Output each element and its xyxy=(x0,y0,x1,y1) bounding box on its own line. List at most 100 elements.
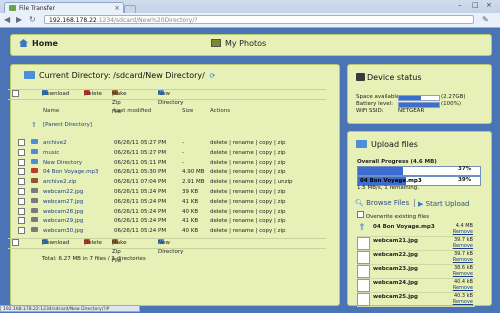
file-name-link[interactable]: archive2.zip xyxy=(43,178,76,186)
refresh-icon[interactable]: ⟳ xyxy=(209,72,215,80)
file-actions[interactable]: delete | rename | copy | unzip xyxy=(210,178,293,186)
tab-close-icon[interactable]: × xyxy=(114,4,120,12)
browse-files-button[interactable]: 🔍︎ Browse Files xyxy=(355,199,409,207)
file-actions[interactable]: delete | rename | copy | zip xyxy=(210,139,286,147)
start-upload-icon: ▶ xyxy=(418,200,424,208)
file-row[interactable]: archive2.zip 06/26/11 07:04 PM 2.91 MB dele… xyxy=(18,178,328,186)
overwrite-checkbox[interactable] xyxy=(357,211,364,218)
total-summary: Total: 6.27 MB in 7 files / 3 directorie… xyxy=(42,256,146,262)
upload-header: Upload files xyxy=(356,140,418,149)
file-size: 41 KB xyxy=(182,218,199,225)
new-directory-label: New Directory xyxy=(158,91,184,106)
file-row[interactable]: webcam22.jpg 06/26/11 05:24 PM 39 KB delete… xyxy=(18,188,328,196)
maximize-icon[interactable]: □ xyxy=(472,1,479,9)
row-checkbox[interactable] xyxy=(18,168,25,176)
file-thumbnail-icon xyxy=(357,251,370,264)
select-all-checkbox[interactable] xyxy=(12,90,19,97)
file-actions[interactable]: delete | rename | copy | zip xyxy=(210,208,286,216)
toolbar-bottom: Download | Delete | Make Zip File | New … xyxy=(8,238,326,264)
column-header-size[interactable]: Size xyxy=(182,108,193,114)
delete-button-bottom[interactable]: Delete | xyxy=(84,239,102,248)
file-row[interactable]: New Directory 06/26/11 05:11 PM - delete | … xyxy=(18,158,328,167)
row-checkbox[interactable] xyxy=(18,139,25,146)
column-header-name[interactable]: Name xyxy=(43,108,59,114)
file-name-link[interactable]: webcam22.jpg xyxy=(43,188,83,196)
reload-icon[interactable]: ↻ xyxy=(29,15,36,24)
file-actions[interactable]: delete | rename | copy | zip xyxy=(210,168,286,176)
row-checkbox[interactable] xyxy=(18,207,25,215)
address-bar[interactable]: 192.168.178.22:1234/sdcard/New%20Directo… xyxy=(44,15,474,24)
file-row[interactable]: webcam29.jpg 06/26/11 05:24 PM 41 KB delete… xyxy=(18,217,328,225)
file-actions[interactable]: delete | rename | copy | zip xyxy=(210,217,286,225)
photos-label: My Photos xyxy=(225,39,267,48)
file-modified: 06/26/11 05:27 PM xyxy=(114,149,167,156)
file-name-link[interactable]: webcam29.jpg xyxy=(43,217,83,225)
queue-remove-link[interactable]: Remove xyxy=(453,257,473,263)
row-checkbox[interactable] xyxy=(18,178,25,186)
file-row[interactable]: webcam28.jpg 06/26/11 05:24 PM 40 KB delete… xyxy=(18,207,328,216)
tab-favicon-icon xyxy=(9,5,16,11)
column-header-modified[interactable]: Last modified xyxy=(114,108,151,114)
file-name-link[interactable]: webcam28.jpg xyxy=(43,208,83,216)
file-actions[interactable]: delete | rename | copy | zip xyxy=(210,188,286,196)
download-label: Download xyxy=(42,91,70,97)
queue-remove-link[interactable]: Remove xyxy=(453,299,473,305)
overwrite-label: Overwrite existing files xyxy=(365,214,430,220)
overall-progress-label: Overall Progress (4.6 MB) xyxy=(357,159,437,165)
row-checkbox[interactable] xyxy=(18,217,25,225)
overwrite-option[interactable]: Overwrite existing files xyxy=(357,211,429,220)
parent-directory-row[interactable]: ⇑ [Parent Directory] xyxy=(18,121,328,129)
window-close-icon[interactable]: × xyxy=(486,1,492,9)
download-button-bottom[interactable]: Download | xyxy=(42,239,69,248)
start-upload-label: Start Upload xyxy=(425,200,470,208)
file-name-link[interactable]: webcam27.jpg xyxy=(43,198,83,206)
photo-icon xyxy=(211,39,221,47)
browser-chrome: File Transfer × – □ × ◀ ▶ ↻ 192.168.178.… xyxy=(0,0,500,28)
file-name-link[interactable]: 04 Bon Voyage.mp3 xyxy=(43,168,98,176)
file-thumbnail-icon xyxy=(357,237,370,250)
file-name-link[interactable]: archive2 xyxy=(43,139,67,147)
forward-icon[interactable]: ▶ xyxy=(16,15,22,24)
row-checkbox[interactable] xyxy=(18,148,25,156)
row-checkbox[interactable] xyxy=(18,158,25,166)
minimize-icon[interactable]: – xyxy=(458,1,462,9)
start-upload-button[interactable]: ▶ Start Upload xyxy=(414,199,469,208)
file-name-link[interactable]: webcam30.jpg xyxy=(43,227,83,235)
file-row[interactable]: webcam27.jpg 06/26/11 05:24 PM 41 KB delete… xyxy=(18,197,328,206)
queue-remove-link[interactable]: Remove xyxy=(453,243,473,249)
file-name-link[interactable]: New Directory xyxy=(43,159,82,167)
delete-label: Delete xyxy=(84,240,103,246)
file-row[interactable]: music 06/26/11 05:27 PM - delete | rename |… xyxy=(18,148,328,157)
queue-remove-link[interactable]: Remove xyxy=(453,229,473,235)
my-photos-button[interactable]: My Photos xyxy=(211,39,266,48)
make-zip-button-bottom[interactable]: Make Zip File | xyxy=(112,239,127,264)
space-value: (2.27GB) xyxy=(441,94,466,100)
row-checkbox[interactable] xyxy=(18,188,25,195)
file-actions[interactable]: delete | rename | copy | zip xyxy=(210,149,286,157)
parent-directory-link[interactable]: [Parent Directory] xyxy=(43,121,92,129)
row-checkbox[interactable] xyxy=(18,197,25,205)
file-row[interactable]: archive2 06/26/11 05:27 PM - delete | renam… xyxy=(18,139,328,147)
upload-queue-item: webcam24.jpg 40.4 kB Remove xyxy=(357,278,475,293)
new-directory-label: New Directory xyxy=(158,240,184,255)
download-label: Download xyxy=(42,240,70,246)
delete-button[interactable]: Delete | xyxy=(84,90,102,99)
back-icon[interactable]: ◀ xyxy=(4,15,10,24)
file-row[interactable]: webcam30.jpg 06/26/11 05:24 PM 40 KB delete… xyxy=(18,227,328,235)
file-row[interactable]: 04 Bon Voyage.mp3 06/26/11 05:30 PM 4.90 M… xyxy=(18,168,328,176)
file-actions[interactable]: delete | rename | copy | zip xyxy=(210,198,286,206)
queue-remove-link[interactable]: Remove xyxy=(453,271,473,277)
wrench-icon[interactable]: ✎ xyxy=(482,15,489,24)
file-actions[interactable]: delete | rename | copy | zip xyxy=(210,227,286,235)
zip-icon xyxy=(31,178,38,184)
battery-value: (100%) xyxy=(441,101,462,107)
download-button[interactable]: Download | xyxy=(42,90,69,99)
home-button[interactable]: Home xyxy=(19,39,58,48)
image-icon xyxy=(31,217,38,223)
file-name-link[interactable]: music xyxy=(43,149,59,157)
file-actions[interactable]: delete | rename | copy | zip xyxy=(210,159,286,167)
make-zip-button[interactable]: Make Zip File | xyxy=(112,90,127,115)
select-all-checkbox-bottom[interactable] xyxy=(12,239,19,246)
queue-remove-link[interactable]: Remove xyxy=(453,285,473,291)
row-checkbox[interactable] xyxy=(18,227,25,235)
